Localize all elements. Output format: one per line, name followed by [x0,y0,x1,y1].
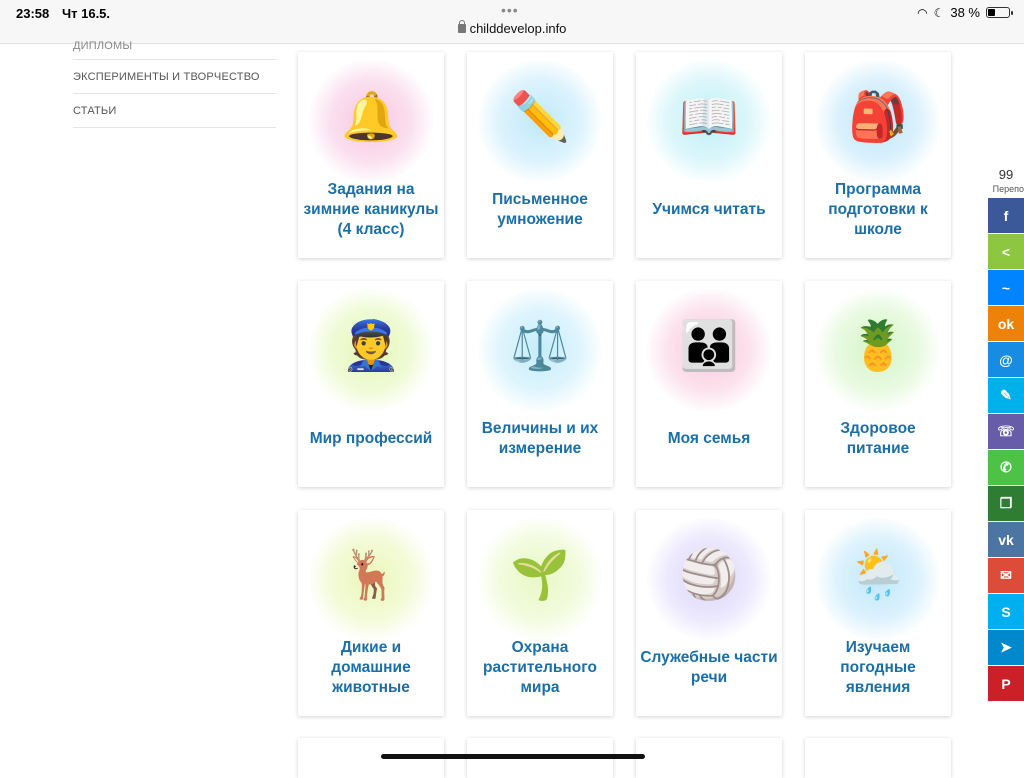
topic-card-title: Величины и их измерение [481,420,599,457]
home-indicator[interactable] [381,754,645,759]
viber-icon: ☏ [997,423,1015,439]
email-icon: ✉ [1000,567,1012,583]
clock-time: 23:58 [16,6,50,21]
copy-icon: ❐ [999,495,1013,511]
battery-fill [988,9,995,16]
battery-percent: 38 % [950,5,980,20]
share-odnoklassniki-button[interactable]: ok [988,306,1024,341]
weather-cloud-icon: 🌦️ [848,548,908,602]
share-whatsapp-button[interactable]: ✆ [988,450,1024,485]
share-livejournal-button[interactable]: ✎ [988,378,1024,413]
address-bar[interactable]: childdevelop.info [0,20,1024,36]
family-icon: 👪 [679,319,739,373]
vkontakte-icon: vk [998,531,1014,548]
christmas-bells-icon: 🔔 [341,90,401,144]
share-email-button[interactable]: ✉ [988,558,1024,593]
topic-card[interactable]: 📖 Учимся читать [636,52,782,258]
share-viber-button[interactable]: ☏ [988,414,1024,449]
whatsapp-icon: ✆ [1000,459,1012,475]
status-indicators: ◠ ☾ 38 % [917,5,1013,20]
math-pencil-icon: ✏️ [510,90,570,144]
share-pinterest-button[interactable]: P [988,666,1024,701]
topic-card-title: Охрана растительного мира [483,639,597,696]
topic-card[interactable]: 🏐 Служебные части речи [636,510,782,716]
sidebar-item-articles[interactable]: СТАТЬИ [73,94,276,128]
facebook-icon: f [1003,207,1009,224]
topic-card[interactable]: 👪 Моя семья [636,281,782,487]
messenger-icon: ~ [1001,279,1011,296]
ball-cube-icon: 🏐 [679,548,739,602]
mail-ru-icon: @ [999,351,1013,368]
professions-icon: 👮 [341,319,401,373]
school-backpack-icon: 🎒 [848,90,908,144]
card-partial[interactable] [805,738,951,778]
topic-card-title: Изучаем погодные явления [840,639,916,696]
moose-rooster-icon: 🦌 [341,548,401,602]
odnoklassniki-icon: ok [997,315,1015,332]
share-icon: < [1001,243,1011,260]
clock-date: Чт 16.5. [62,6,111,21]
share-facebook-button[interactable]: f [988,198,1024,233]
topic-card-title: Программа подготовки к школе [828,181,928,238]
topic-card-title: Моя семья [667,430,751,447]
topic-card[interactable]: 🔔 Задания на зимние каникулы (4 класс) [298,52,444,258]
topic-card-title: Письменное умножение [492,191,588,228]
snowdrop-flower-icon: 🌱 [510,548,570,602]
share-messenger-button[interactable]: ~ [988,270,1024,305]
topic-card[interactable]: ⚖️ Величины и их измерение [467,281,613,487]
topic-card-title: Служебные части речи [640,649,778,686]
url-text: childdevelop.info [469,21,567,36]
scales-icon: ⚖️ [510,319,570,373]
sidebar-item-experiments[interactable]: ЭКСПЕРИМЕНТЫ И ТВОРЧЕСТВО [73,60,276,94]
topic-card-title: Задания на зимние каникулы (4 класс) [303,181,439,238]
share-panel: 99 Перепо f < ~ ok @ ✎ ☏ ✆ ❐ vk ✉ S ➤ P [988,166,1024,702]
topic-card[interactable]: 🦌 Дикие и домашние животные [298,510,444,716]
share-share-button[interactable]: < [988,234,1024,269]
topic-card-title: Учимся читать [652,201,766,218]
skype-icon: S [1001,603,1011,620]
topic-card-title: Здоровое питание [840,420,916,457]
fruit-basket-icon: 🍍 [848,319,908,373]
share-mail-ru-button[interactable]: @ [988,342,1024,377]
topic-card-title: Мир профессий [309,430,433,447]
topic-card[interactable]: 👮 Мир профессий [298,281,444,487]
lock-icon [457,20,466,33]
pinterest-icon: P [1001,675,1011,692]
category-sidebar: ДИПЛОМЫ ЭКСПЕРИМЕНТЫ И ТВОРЧЕСТВО СТАТЬИ [73,40,276,128]
topic-card[interactable]: ✏️ Письменное умножение [467,52,613,258]
card-partial[interactable] [636,738,782,778]
topic-card[interactable]: 🍍 Здоровое питание [805,281,951,487]
livejournal-icon: ✎ [1000,387,1012,403]
share-count: 99 [998,167,1014,182]
share-label: Перепо [992,184,1024,194]
topic-card[interactable]: 🌦️ Изучаем погодные явления [805,510,951,716]
topic-card-title: Дикие и домашние животные [331,639,411,696]
wifi-icon: ◠ [917,5,928,20]
browser-status-bar: 23:58 Чт 16.5. ••• childdevelop.info ◠ ☾… [0,0,1024,44]
share-vkontakte-button[interactable]: vk [988,522,1024,557]
open-book-icon: 📖 [679,90,739,144]
battery-icon [986,7,1013,18]
sidebar-item-diplomas[interactable]: ДИПЛОМЫ [73,40,276,60]
topic-card[interactable]: 🎒 Программа подготовки к школе [805,52,951,258]
share-skype-button[interactable]: S [988,594,1024,629]
share-copy-button[interactable]: ❐ [988,486,1024,521]
more-dots-icon[interactable]: ••• [501,2,519,18]
share-telegram-button[interactable]: ➤ [988,630,1024,665]
telegram-icon: ➤ [1000,639,1012,655]
moon-icon: ☾ [933,5,945,20]
topic-card[interactable]: 🌱 Охрана растительного мира [467,510,613,716]
